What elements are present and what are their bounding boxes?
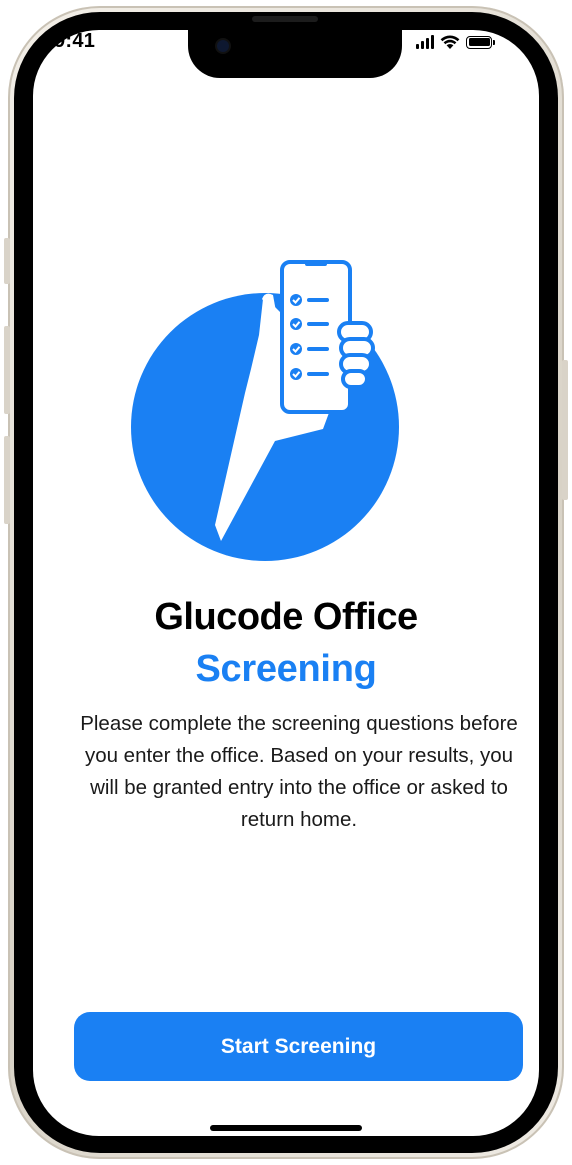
home-indicator[interactable]: [210, 1125, 362, 1131]
notch: [188, 30, 402, 78]
page-subtitle: Screening: [195, 648, 377, 690]
status-bar-time: 9:41: [54, 30, 96, 52]
status-bar-icons: [416, 33, 516, 51]
power-button: [562, 360, 568, 500]
cellular-signal-icon: [416, 35, 434, 49]
front-camera: [217, 40, 229, 52]
volume-down-button: [4, 436, 10, 524]
volume-up-button: [4, 326, 10, 414]
speaker-grille: [252, 16, 318, 22]
mute-switch: [4, 238, 10, 284]
intro-description: Please complete the screening questions …: [80, 712, 518, 831]
battery-icon: [466, 35, 495, 49]
hand-holding-phone-checklist-icon: [131, 260, 399, 561]
page-title: Glucode Office: [154, 596, 418, 638]
wifi-icon: [440, 35, 460, 49]
start-screening-button[interactable]: Start Screening: [74, 1012, 523, 1081]
